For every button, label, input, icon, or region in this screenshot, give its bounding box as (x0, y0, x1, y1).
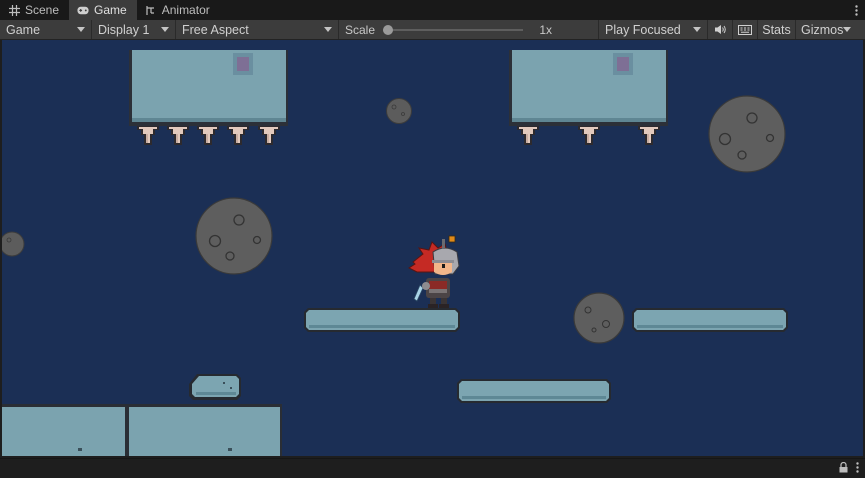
small-rock-block (189, 374, 241, 400)
play-mode-dropdown[interactable]: Play Focused (599, 20, 708, 39)
play-mode-value: Play Focused (605, 22, 681, 37)
grid-icon (8, 4, 20, 16)
aspect-dropdown[interactable]: Free Aspect (176, 20, 339, 39)
shortcuts-button[interactable] (733, 20, 758, 39)
stats-button[interactable]: Stats (758, 20, 796, 39)
stats-label: Stats (762, 22, 791, 37)
status-bar (0, 458, 865, 478)
view-mode-dropdown[interactable]: Game (0, 20, 92, 39)
game-view-toolbar: Game Display 1 Free Aspect Scale 1x Play… (0, 20, 865, 40)
scale-slider[interactable] (383, 24, 524, 35)
animator-icon (145, 4, 157, 16)
tab-animator[interactable]: Animator (137, 0, 220, 20)
ceiling-block (129, 50, 288, 145)
tab-label: Scene (25, 3, 60, 17)
game-viewport[interactable] (2, 40, 863, 456)
editor-tab-bar: Scene Game Animator (0, 0, 865, 20)
mute-audio-button[interactable] (708, 20, 733, 39)
moon (386, 98, 412, 124)
more-options-icon[interactable] (847, 0, 865, 20)
tab-game[interactable]: Game (69, 0, 137, 20)
view-mode-value: Game (6, 22, 41, 37)
floating-platform (632, 308, 788, 332)
floating-platform (457, 379, 611, 403)
lock-icon[interactable] (839, 461, 848, 476)
more-options-icon[interactable] (856, 461, 859, 476)
scale-slider-track (383, 28, 524, 31)
tab-label: Animator (161, 3, 210, 17)
moon (2, 231, 25, 257)
aspect-value: Free Aspect (182, 22, 249, 37)
speaker-icon (714, 25, 726, 34)
scale-value: 1x (539, 22, 552, 37)
moon (195, 197, 273, 275)
chevron-down-icon (324, 27, 332, 32)
scale-control: Scale 1x (339, 20, 599, 39)
ground-block (126, 404, 282, 456)
floating-platform (304, 308, 460, 332)
chevron-down-icon (161, 27, 169, 32)
ground-block (2, 404, 128, 456)
gizmos-label: Gizmos (801, 22, 844, 37)
ceiling-block (509, 50, 668, 145)
game-scene (2, 50, 788, 456)
chevron-down-icon (843, 27, 852, 32)
display-dropdown[interactable]: Display 1 (92, 20, 176, 39)
gizmos-dropdown[interactable]: Gizmos (796, 20, 852, 39)
chevron-down-icon (77, 27, 85, 32)
tab-scene[interactable]: Scene (0, 0, 69, 20)
display-value: Display 1 (98, 22, 150, 37)
gamepad-icon (77, 4, 89, 16)
scale-slider-handle[interactable] (383, 24, 394, 35)
chevron-down-icon (693, 27, 701, 32)
player-character (408, 235, 460, 308)
scale-label: Scale (345, 22, 376, 37)
moon (708, 95, 786, 173)
keyboard-icon (738, 24, 752, 35)
tab-label: Game (94, 3, 127, 17)
moon (573, 292, 625, 344)
